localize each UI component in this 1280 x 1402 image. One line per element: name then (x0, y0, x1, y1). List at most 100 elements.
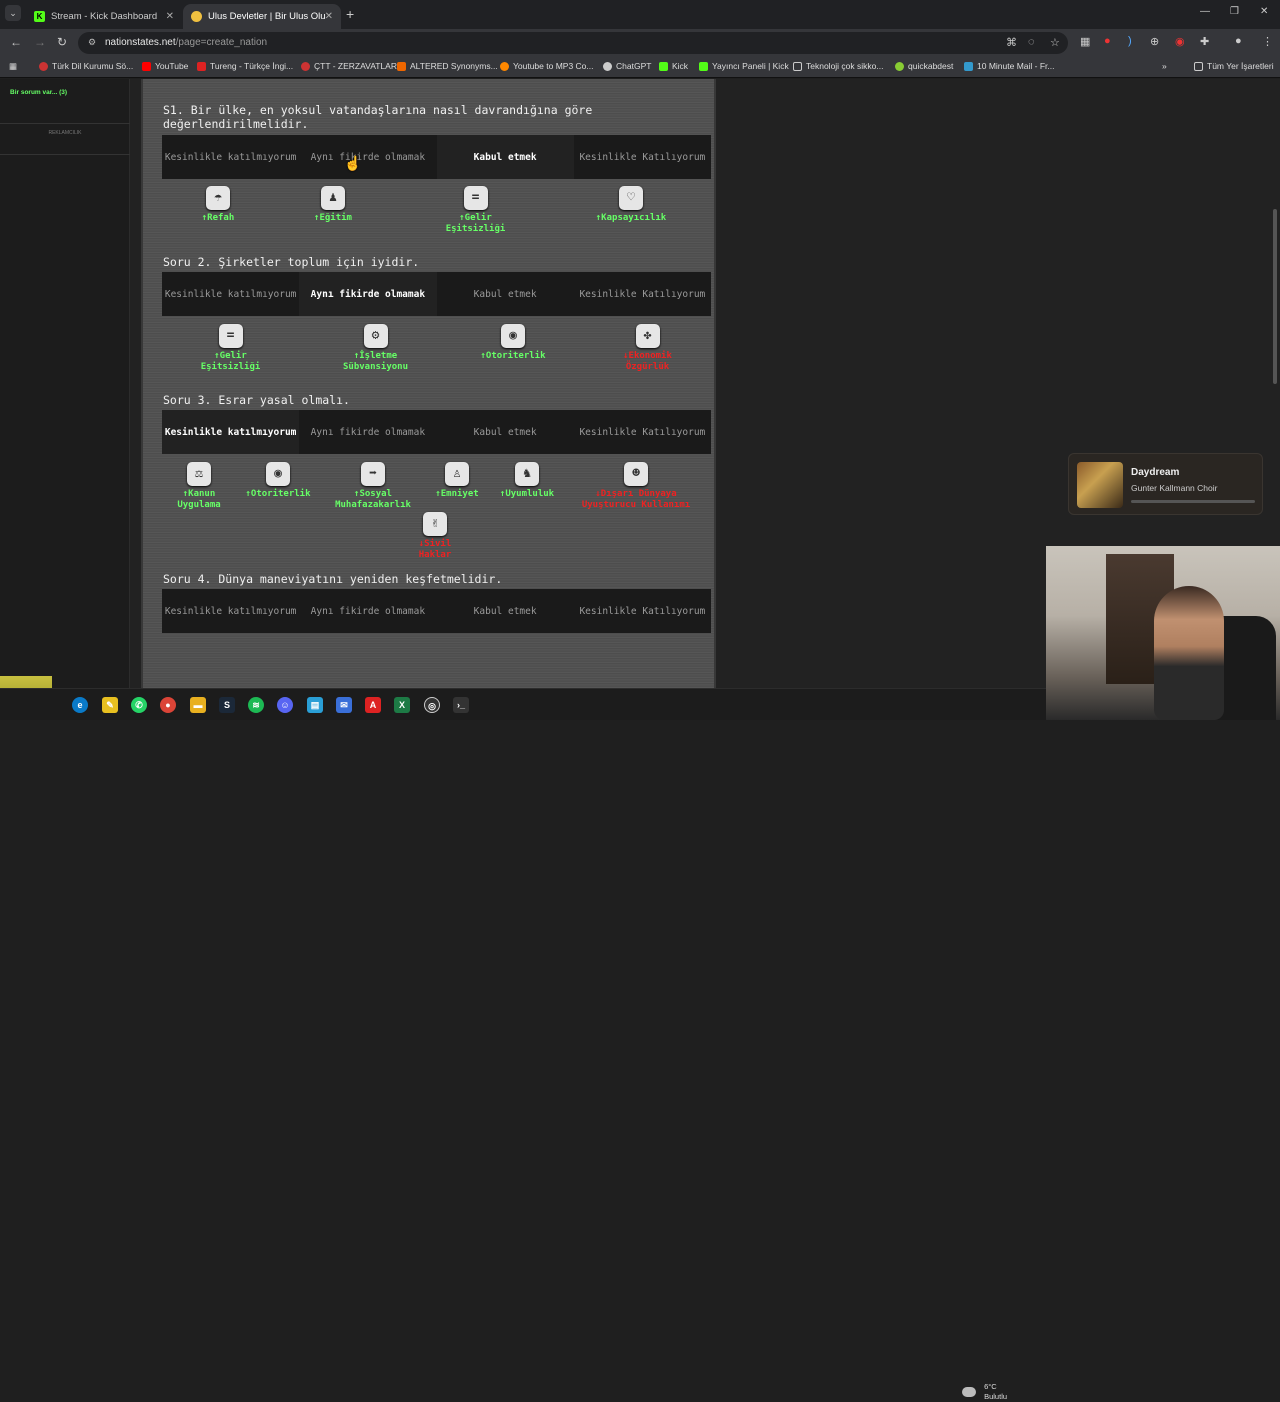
bookmark-item[interactable]: Youtube to MP3 Co... (500, 61, 594, 71)
umbrella-icon: ☂ (206, 186, 230, 210)
record-icon[interactable]: ● (1104, 35, 1111, 47)
option-strongly-disagree[interactable]: Kesinlikle katılmıyorum (162, 272, 299, 316)
sound-icon[interactable]: ) (1128, 35, 1132, 47)
address-bar[interactable]: ⚙ nationstates.net/page=create_nation ⌘ … (78, 32, 1068, 54)
minimize-button[interactable]: — (1200, 6, 1210, 17)
tab-search-icon[interactable]: ⌄ (5, 5, 21, 21)
weather-temp: 6°C (984, 1382, 997, 1391)
scrollbar-thumb[interactable] (1273, 209, 1277, 384)
policy-effect: ◉ ↑Otoriterlik (468, 324, 558, 362)
bookmark-item[interactable]: Yayıncı Paneli | Kick (699, 61, 789, 71)
kick-icon (699, 61, 708, 71)
extensions-icon[interactable]: ▦ (1080, 35, 1090, 48)
track-progress (1131, 500, 1255, 503)
webcam-overlay (1046, 546, 1280, 720)
bookmark-item[interactable]: Kick (659, 61, 688, 71)
bookmark-item[interactable]: Teknoloji çok sikko... (793, 61, 883, 71)
puzzle-icon[interactable]: ✚ (1200, 35, 1209, 48)
mp3-icon (500, 61, 509, 71)
ctt-icon (301, 61, 310, 71)
policy-effect: ⚖ ↑Kanun Uygulama (163, 462, 235, 511)
bookmark-item[interactable]: Türk Dil Kurumu Sö... (39, 61, 133, 71)
tab-kick-dashboard[interactable]: K Stream - Kick Dashboard ✕ (26, 4, 182, 29)
profile-avatar[interactable]: ● (1235, 35, 1242, 47)
option-strongly-agree[interactable]: Kesinlikle Katılıyorum (574, 589, 711, 633)
altered-icon (397, 61, 406, 71)
question-text: Soru 3. Esrar yasal olmalı. (163, 393, 350, 407)
tab-title: Stream - Kick Dashboard (51, 11, 158, 22)
bookmark-item[interactable]: ALTERED Synonyms... (397, 61, 498, 71)
policy-effect: ♟ ↑Eğitim (298, 186, 368, 224)
policy-effect: ♞ ↑Uyumluluk (489, 462, 565, 500)
option-strongly-disagree[interactable]: Kesinlikle katılmıyorum (162, 589, 299, 633)
file-explorer-icon[interactable]: ▬ (190, 697, 206, 713)
spotify-icon[interactable]: ≋ (248, 697, 264, 713)
left-sidebar: Bir sorum var... (3) REKLAMCILIK (0, 79, 130, 688)
bookmark-item[interactable]: 10 Minute Mail - Fr... (964, 61, 1054, 71)
option-agree[interactable]: Kabul etmek (436, 135, 574, 179)
terminal-icon[interactable]: ›_ (453, 697, 469, 713)
obs-icon[interactable]: ◎ (424, 697, 440, 713)
chrome-icon[interactable]: ● (160, 697, 176, 713)
notes-icon[interactable]: ✎ (102, 697, 118, 713)
mail-app-icon[interactable]: ✉ (336, 697, 352, 713)
discord-icon[interactable]: ☺ (277, 697, 293, 713)
close-icon[interactable]: ✕ (166, 11, 174, 22)
window-close-button[interactable]: ✕ (1260, 6, 1268, 17)
menu-icon[interactable]: ⋮ (1262, 35, 1273, 48)
bookmark-item[interactable]: ChatGPT (603, 61, 651, 71)
option-disagree[interactable]: Aynı fikirde olmamak (299, 272, 437, 316)
edge-icon[interactable]: e (72, 697, 88, 713)
option-strongly-agree[interactable]: Kesinlikle Katılıyorum (574, 135, 711, 179)
gamepad-icon[interactable]: ⊕ (1150, 35, 1159, 48)
back-arrow-icon[interactable]: ← (10, 35, 22, 49)
store-icon[interactable]: ▤ (307, 697, 323, 713)
option-agree[interactable]: Kabul etmek (437, 272, 574, 316)
option-agree[interactable]: Kabul etmek (437, 410, 574, 454)
quickabdest-icon (895, 61, 904, 71)
album-art (1077, 462, 1123, 508)
cloud-icon (962, 1387, 976, 1397)
reload-icon[interactable]: ↻ (57, 35, 67, 49)
keep-right-icon: ➡ (361, 462, 385, 486)
bypass-extension-icon[interactable]: ◉ (1175, 35, 1185, 48)
bookmark-item[interactable]: YouTube (142, 61, 188, 71)
youtube-icon (142, 61, 151, 71)
more-bookmarks-icon[interactable]: » (1162, 61, 1167, 71)
option-disagree[interactable]: Aynı fikirde olmamak (299, 589, 436, 633)
eye-off-icon[interactable]: ◌ (1028, 36, 1035, 48)
browser-tab-bar: ⌄ K Stream - Kick Dashboard ✕ Ulus Devle… (0, 0, 1280, 29)
all-bookmarks[interactable]: Tüm Yer İşaretleri (1194, 61, 1274, 71)
option-strongly-agree[interactable]: Kesinlikle Katılıyorum (574, 410, 711, 454)
new-tab-button[interactable]: + (346, 6, 354, 22)
bookmark-item[interactable]: quickabdest (895, 61, 953, 71)
bookmark-item[interactable]: Tureng - Türkçe İngi... (197, 61, 293, 71)
weather-widget[interactable]: 6°C Bulutlu (962, 1382, 1007, 1402)
paw-icon: ✤ (635, 324, 660, 348)
tab-ulus-devletler[interactable]: Ulus Devletler | Bir Ulus Oluştur ✕ (183, 4, 341, 29)
issues-link[interactable]: Bir sorum var... (3) (10, 89, 67, 96)
translate-icon[interactable]: ⌘ (1006, 36, 1017, 49)
option-disagree[interactable]: Aynı fikirde olmamak (299, 410, 436, 454)
now-playing-widget[interactable]: Daydream Gunter Kallmann Choir (1068, 453, 1263, 515)
acrobat-icon[interactable]: A (365, 697, 381, 713)
steam-icon[interactable]: S (219, 697, 235, 713)
policy-effect: ◉ ↑Otoriterlik (235, 462, 321, 500)
star-icon[interactable]: ☆ (1050, 36, 1060, 49)
eye-icon: ◉ (266, 462, 290, 486)
maximize-button[interactable]: ❐ (1230, 6, 1239, 17)
close-icon[interactable]: ✕ (325, 11, 333, 22)
option-strongly-disagree[interactable]: Kesinlikle katılmıyorum (162, 135, 299, 179)
option-disagree[interactable]: Aynı fikirde olmamak (299, 135, 436, 179)
excel-icon[interactable]: X (394, 697, 410, 713)
option-strongly-agree[interactable]: Kesinlikle Katılıyorum (574, 272, 711, 316)
option-strongly-disagree[interactable]: Kesinlikle katılmıyorum (162, 410, 300, 454)
mail-icon (964, 61, 973, 71)
whatsapp-icon[interactable]: ✆ (131, 697, 147, 713)
site-info-icon[interactable]: ⚙ (88, 37, 96, 48)
option-agree[interactable]: Kabul etmek (437, 589, 574, 633)
folder-icon (793, 61, 802, 71)
forward-arrow-icon[interactable]: → (34, 35, 46, 49)
apps-icon[interactable]: ▦ (9, 61, 17, 72)
bookmark-item[interactable]: ÇTT - ZERZAVATLAR (301, 61, 397, 71)
